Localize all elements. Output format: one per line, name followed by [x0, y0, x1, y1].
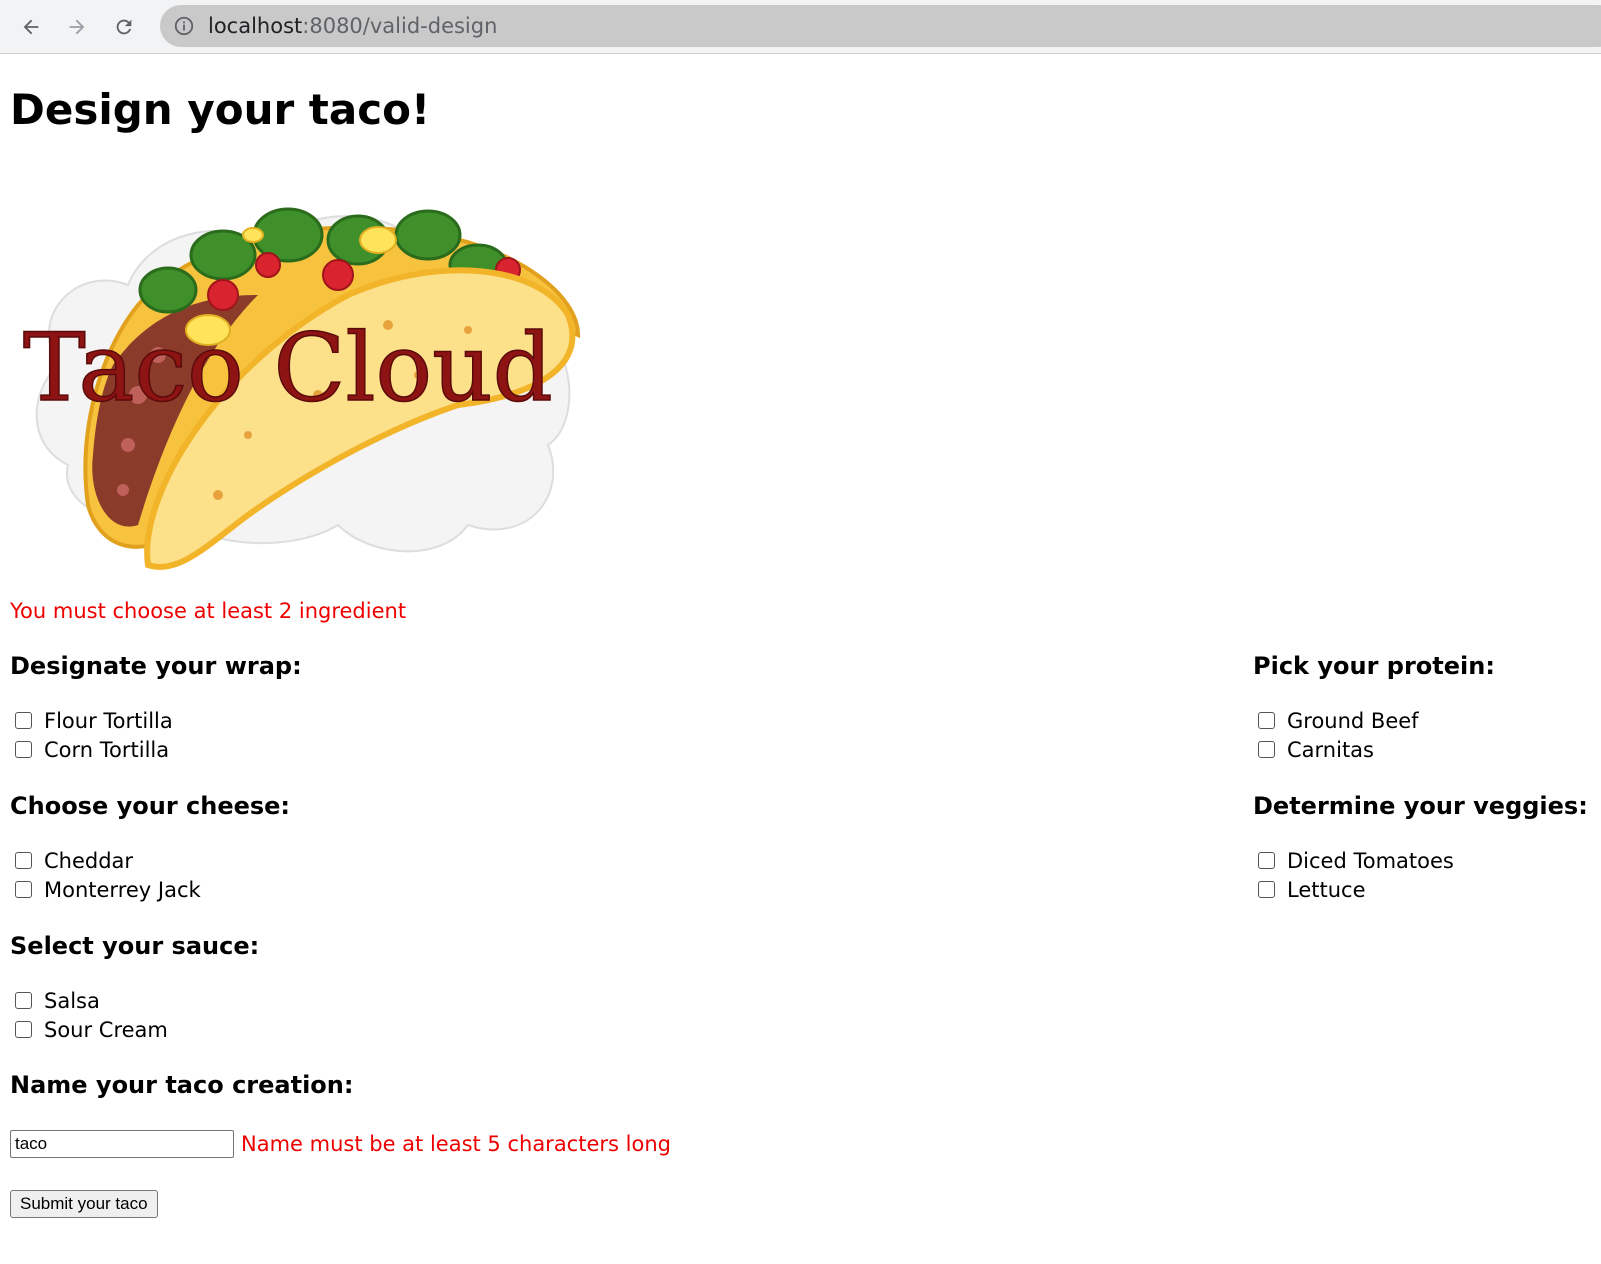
reload-button[interactable] [107, 10, 141, 44]
page-title: Design your taco! [10, 85, 431, 134]
option-flour-tortilla[interactable]: Flour Tortilla [10, 706, 302, 735]
cheese-group: Choose your cheese: Cheddar Monterrey Ja… [10, 792, 290, 904]
wrap-heading: Designate your wrap: [10, 652, 302, 680]
name-group: Name your taco creation: [10, 1071, 353, 1099]
option-ground-beef[interactable]: Ground Beef [1253, 706, 1495, 735]
checkbox[interactable] [1258, 881, 1275, 898]
protein-heading: Pick your protein: [1253, 652, 1495, 680]
option-label: Sour Cream [44, 1017, 168, 1042]
checkbox[interactable] [15, 881, 32, 898]
name-heading: Name your taco creation: [10, 1071, 354, 1099]
cheese-heading: Choose your cheese: [10, 792, 291, 820]
option-label: Carnitas [1287, 737, 1374, 762]
checkbox[interactable] [15, 852, 32, 869]
address-bar[interactable]: localhost:8080/valid-design [160, 5, 1601, 47]
logo-lettering: Taco Cloud [23, 314, 553, 423]
arrow-left-icon [23, 19, 39, 35]
protein-group: Pick your protein: Ground Beef Carnitas [1253, 652, 1495, 764]
url-path: :8080/valid-design [302, 14, 498, 38]
wrap-group: Designate your wrap: Flour Tortilla Corn… [10, 652, 302, 764]
back-button[interactable] [14, 10, 48, 44]
option-monterrey-jack[interactable]: Monterrey Jack [10, 875, 290, 904]
sauce-heading: Select your sauce: [10, 932, 260, 960]
option-lettuce[interactable]: Lettuce [1253, 875, 1588, 904]
reload-icon [116, 19, 132, 35]
url-text[interactable]: localhost:8080/valid-design [208, 14, 497, 38]
ingredients-error: You must choose at least 2 ingredient [10, 599, 407, 623]
info-icon[interactable] [173, 15, 195, 37]
name-error: Name must be at least 5 characters long [241, 1132, 671, 1156]
taco-name-input[interactable] [10, 1130, 234, 1158]
name-row: Name must be at least 5 characters long [10, 1130, 671, 1158]
option-label: Cheddar [44, 848, 134, 873]
taco-cloud-logo: Taco Cloud [22, 207, 581, 570]
checkbox[interactable] [15, 712, 32, 729]
veggies-group: Determine your veggies: Diced Tomatoes L… [1253, 792, 1588, 904]
checkbox[interactable] [1258, 741, 1275, 758]
forward-button[interactable] [60, 10, 94, 44]
option-sour-cream[interactable]: Sour Cream [10, 1015, 259, 1044]
checkbox[interactable] [15, 741, 32, 758]
option-label: Salsa [44, 988, 100, 1013]
checkbox[interactable] [1258, 852, 1275, 869]
option-label: Lettuce [1287, 877, 1366, 902]
option-label: Corn Tortilla [44, 737, 170, 762]
option-diced-tomatoes[interactable]: Diced Tomatoes [1253, 846, 1588, 875]
option-carnitas[interactable]: Carnitas [1253, 735, 1495, 764]
checkbox[interactable] [1258, 712, 1275, 729]
checkbox[interactable] [15, 1021, 32, 1038]
url-host: localhost [208, 14, 303, 38]
option-label: Monterrey Jack [44, 877, 201, 902]
option-label: Ground Beef [1287, 708, 1419, 733]
arrow-right-icon [69, 19, 85, 35]
browser-toolbar: localhost:8080/valid-design [0, 0, 1601, 54]
option-label: Diced Tomatoes [1287, 848, 1454, 873]
sauce-group: Select your sauce: Salsa Sour Cream [10, 932, 259, 1044]
option-salsa[interactable]: Salsa [10, 986, 259, 1015]
option-label: Flour Tortilla [44, 708, 173, 733]
option-cheddar[interactable]: Cheddar [10, 846, 290, 875]
checkbox[interactable] [15, 992, 32, 1009]
veggies-heading: Determine your veggies: [1253, 792, 1588, 820]
option-corn-tortilla[interactable]: Corn Tortilla [10, 735, 302, 764]
submit-taco-button[interactable]: Submit your taco [10, 1190, 158, 1218]
